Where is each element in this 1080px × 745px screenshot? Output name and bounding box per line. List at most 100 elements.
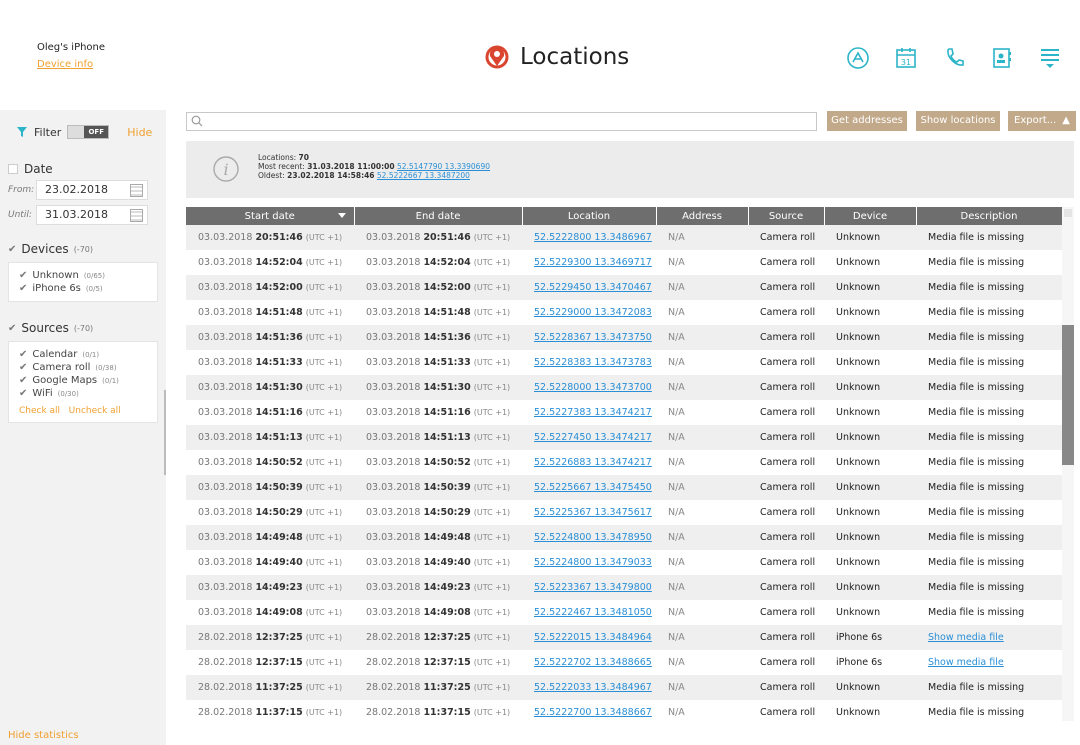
cell-location-link[interactable]: 52.5222700 13.3488667: [522, 700, 656, 725]
date-checkbox[interactable]: [8, 164, 18, 174]
device-item-unknown[interactable]: ✔ Unknown (0/65): [19, 269, 147, 282]
table-row[interactable]: 03.03.2018 14:52:04 (UTC +1) 03.03.2018 1…: [186, 250, 1062, 275]
cell-location-link[interactable]: 52.5222467 13.3481050: [522, 600, 656, 625]
column-header-address[interactable]: Address: [656, 207, 749, 225]
table-row[interactable]: 03.03.2018 14:51:48 (UTC +1) 03.03.2018 1…: [186, 300, 1062, 325]
cell-end-date: 03.03.2018 14:50:52 (UTC +1): [354, 450, 522, 475]
cell-location-link[interactable]: 52.5222702 13.3488665: [522, 650, 656, 675]
table-row[interactable]: 03.03.2018 14:49:08 (UTC +1) 03.03.2018 1…: [186, 600, 1062, 625]
column-header-location[interactable]: Location: [522, 207, 657, 225]
source-item-wifi[interactable]: ✔ WiFi (0/30): [19, 387, 147, 400]
table-row[interactable]: 03.03.2018 14:50:52 (UTC +1) 03.03.2018 1…: [186, 450, 1062, 475]
until-date-input[interactable]: 31.03.2018: [36, 205, 148, 225]
source-item-google-maps[interactable]: ✔ Google Maps (0/1): [19, 374, 147, 387]
source-item-camera-roll[interactable]: ✔ Camera roll (0/38): [19, 361, 147, 374]
hide-filter-link[interactable]: Hide: [127, 126, 152, 139]
table-row[interactable]: 03.03.2018 14:50:29 (UTC +1) 03.03.2018 1…: [186, 500, 1062, 525]
cell-location-link[interactable]: 52.5224800 13.3479033: [522, 550, 656, 575]
devices-group-header[interactable]: ✔ Devices (-70): [8, 242, 93, 256]
calendar-icon[interactable]: 31: [892, 44, 920, 72]
device-info-link[interactable]: Device info: [37, 59, 93, 70]
column-header-description[interactable]: Description: [916, 207, 1062, 225]
cell-location-link[interactable]: 52.5225367 13.3475617: [522, 500, 656, 525]
table-row[interactable]: 03.03.2018 14:51:13 (UTC +1) 03.03.2018 1…: [186, 425, 1062, 450]
uncheck-all-link[interactable]: Uncheck all: [69, 406, 121, 416]
cell-location-link[interactable]: 52.5223367 13.3479800: [522, 575, 656, 600]
cell-location-link[interactable]: 52.5229300 13.3469717: [522, 250, 656, 275]
scroll-thumb[interactable]: [1062, 325, 1074, 465]
column-header-end-date[interactable]: End date: [354, 207, 523, 225]
cell-location-link[interactable]: 52.5226883 13.3474217: [522, 450, 656, 475]
cell-location-link[interactable]: 52.5227383 13.3474217: [522, 400, 656, 425]
cell-location-link[interactable]: 52.5222800 13.3486967: [522, 225, 656, 250]
cell-end-date: 03.03.2018 14:51:30 (UTC +1): [354, 375, 522, 400]
cell-location-link[interactable]: 52.5222015 13.3484964: [522, 625, 656, 650]
table-row[interactable]: 28.02.2018 12:37:25 (UTC +1) 28.02.2018 1…: [186, 625, 1062, 650]
cell-location-link[interactable]: 52.5225667 13.3475450: [522, 475, 656, 500]
search-input[interactable]: [205, 113, 805, 130]
cell-start-date: 03.03.2018 14:50:39 (UTC +1): [186, 475, 354, 500]
cell-location-link[interactable]: 52.5227450 13.3474217: [522, 425, 656, 450]
checkmark-icon: ✔: [19, 388, 28, 399]
table-row[interactable]: 03.03.2018 14:51:36 (UTC +1) 03.03.2018 1…: [186, 325, 1062, 350]
cell-date: 28.02.2018: [198, 707, 253, 718]
sidebar-scrollbar[interactable]: [164, 390, 166, 475]
sources-group-header[interactable]: ✔ Sources (-70): [8, 321, 93, 335]
statistics-text: Locations: 70 Most recent: 31.03.2018 11…: [258, 153, 490, 180]
table-row[interactable]: 03.03.2018 14:49:40 (UTC +1) 03.03.2018 1…: [186, 550, 1062, 575]
table-scrollbar[interactable]: [1062, 207, 1074, 721]
table-row[interactable]: 28.02.2018 12:37:15 (UTC +1) 28.02.2018 1…: [186, 650, 1062, 675]
filter-toggle[interactable]: OFF: [67, 125, 110, 139]
table-row[interactable]: 03.03.2018 14:49:23 (UTC +1) 03.03.2018 1…: [186, 575, 1062, 600]
column-header-start-date[interactable]: Start date: [186, 207, 355, 225]
cell-device: Unknown: [836, 557, 881, 568]
oldest-location-link[interactable]: 52.5222667 13.3487200: [377, 171, 470, 180]
get-addresses-button[interactable]: Get addresses: [827, 111, 907, 131]
check-all-link[interactable]: Check all: [19, 406, 60, 416]
cell-show-media-link[interactable]: Show media file: [916, 625, 1062, 650]
cell-location-link[interactable]: 52.5229450 13.3470467: [522, 275, 656, 300]
svg-text:31: 31: [901, 58, 911, 67]
table-row[interactable]: 03.03.2018 14:51:16 (UTC +1) 03.03.2018 1…: [186, 400, 1062, 425]
calendar-picker-icon[interactable]: [130, 184, 143, 197]
cell-timezone: (UTC +1): [473, 358, 511, 367]
cell-description: Media file is missing: [916, 275, 1062, 300]
search-box[interactable]: [186, 112, 817, 131]
cell-address: N/A: [668, 257, 685, 268]
source-item-calendar[interactable]: ✔ Calendar (0/1): [19, 348, 147, 361]
table-row[interactable]: 03.03.2018 14:51:33 (UTC +1) 03.03.2018 1…: [186, 350, 1062, 375]
table-row[interactable]: 03.03.2018 14:49:48 (UTC +1) 03.03.2018 1…: [186, 525, 1062, 550]
cell-location-link[interactable]: 52.5222033 13.3484967: [522, 675, 656, 700]
cell-date: 03.03.2018: [366, 307, 421, 318]
cell-timezone: (UTC +1): [305, 633, 343, 642]
cell-location-link[interactable]: 52.5224800 13.3478950: [522, 525, 656, 550]
cell-location-link[interactable]: 52.5228367 13.3473750: [522, 325, 656, 350]
cell-show-media-link[interactable]: Show media file: [916, 650, 1062, 675]
cell-date: 03.03.2018: [198, 357, 253, 368]
most-recent-location-link[interactable]: 52.5147790 13.3390690: [397, 162, 490, 171]
device-item-iphone[interactable]: ✔ iPhone 6s (0/5): [19, 282, 147, 295]
calendar-picker-icon[interactable]: [130, 209, 143, 222]
source-item-count: (0/1): [102, 376, 119, 385]
cell-location-link[interactable]: 52.5229000 13.3472083: [522, 300, 656, 325]
menu-icon[interactable]: [1036, 44, 1064, 72]
phone-icon[interactable]: [940, 44, 968, 72]
from-date-input[interactable]: 23.02.2018: [36, 180, 148, 200]
table-row[interactable]: 03.03.2018 14:50:39 (UTC +1) 03.03.2018 1…: [186, 475, 1062, 500]
table-row[interactable]: 28.02.2018 11:37:25 (UTC +1) 28.02.2018 1…: [186, 675, 1062, 700]
table-row[interactable]: 03.03.2018 14:51:30 (UTC +1) 03.03.2018 1…: [186, 375, 1062, 400]
contacts-icon[interactable]: [988, 44, 1016, 72]
table-row[interactable]: 28.02.2018 11:37:15 (UTC +1) 28.02.2018 1…: [186, 700, 1062, 725]
cell-location-link[interactable]: 52.5228383 13.3473783: [522, 350, 656, 375]
app-store-icon[interactable]: [844, 44, 872, 72]
table-row[interactable]: 03.03.2018 14:52:00 (UTC +1) 03.03.2018 1…: [186, 275, 1062, 300]
hide-statistics-link[interactable]: Hide statistics: [8, 730, 79, 741]
cell-location-link[interactable]: 52.5228000 13.3473700: [522, 375, 656, 400]
show-locations-button[interactable]: Show locations: [916, 111, 1000, 131]
filter-sidebar: Filter OFF Hide Date From: 23.02.2018 Un…: [0, 110, 166, 745]
column-header-source[interactable]: Source: [748, 207, 825, 225]
table-row[interactable]: 03.03.2018 20:51:46 (UTC +1) 03.03.2018 2…: [186, 225, 1062, 250]
column-header-device[interactable]: Device: [824, 207, 917, 225]
scroll-up-arrow[interactable]: [1064, 209, 1072, 217]
export-button[interactable]: Export... ▲: [1008, 111, 1076, 131]
